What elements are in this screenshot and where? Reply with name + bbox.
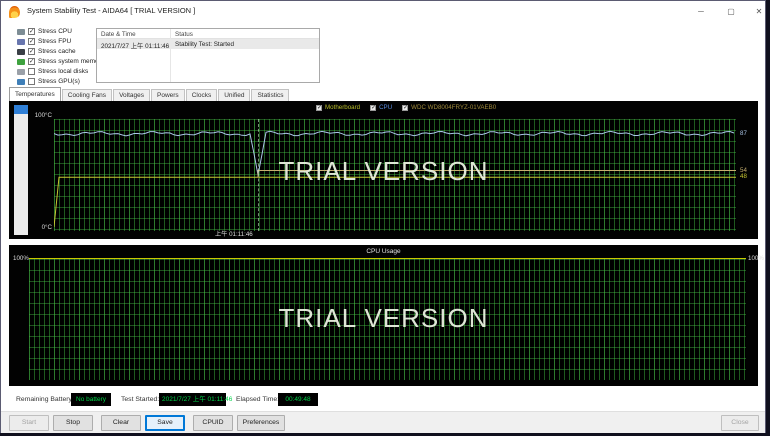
legend-motherboard[interactable]: ✓ Motherboard [316, 104, 360, 111]
disk-icon [17, 69, 25, 75]
tab-clocks[interactable]: Clocks [186, 89, 218, 101]
stress-gpu-label: Stress GPU(s) [38, 78, 80, 85]
log-status-cell: Stability Test: Started [175, 41, 234, 48]
cpu-temp-value: 87 [740, 130, 747, 137]
window-title: System Stability Test - AIDA64 [ TRIAL V… [27, 6, 195, 15]
cpu-usage-title: CPU Usage [9, 248, 758, 255]
clear-button[interactable]: Clear [101, 415, 141, 431]
stress-gpu-checkbox[interactable] [28, 78, 35, 85]
legend-motherboard-label: Motherboard [325, 104, 360, 111]
stress-fpu-checkbox[interactable]: ✓ [28, 38, 35, 45]
gpu-icon [17, 79, 25, 85]
legend-cpu-label: CPU [379, 104, 392, 111]
event-log-table[interactable]: Date & Time Status 2021/7/27 上午 01:11:46… [96, 28, 320, 83]
column-date-time: Date & Time [101, 31, 136, 38]
memory-icon [17, 59, 25, 65]
test-started-value: 2021/7/27 上午 01:11:46 [159, 393, 226, 406]
stress-option-cache[interactable]: ✓ Stress cache [17, 48, 104, 55]
cpu-usage-chart-panel: CPU Usage 100% 100% TRIAL VERSION [9, 245, 758, 386]
start-button[interactable]: Start [9, 415, 49, 431]
stress-cpu-checkbox[interactable]: ✓ [28, 28, 35, 35]
stress-option-memory[interactable]: ✓ Stress system memory [17, 58, 104, 65]
battery-value: No battery [71, 393, 111, 406]
stress-option-gpu[interactable]: Stress GPU(s) [17, 78, 104, 85]
log-table-header: Date & Time Status [97, 29, 319, 39]
legend-cpu[interactable]: ✓ CPU [370, 104, 392, 111]
column-status: Status [175, 31, 193, 38]
close-button[interactable]: Close [721, 415, 759, 431]
y-axis-max-label: 100°C [34, 112, 52, 119]
legend-wdc-disk-label: WDC WD8004FRYZ-01VAEB0 [411, 104, 496, 111]
column-divider [170, 29, 171, 82]
stop-button[interactable]: Stop [53, 415, 93, 431]
stress-fpu-label: Stress FPU [38, 38, 71, 45]
tab-cooling-fans[interactable]: Cooling Fans [62, 89, 112, 101]
cache-icon [17, 49, 25, 55]
trial-version-watermark: TRIAL VERSION [9, 156, 758, 187]
cpuid-button[interactable]: CPUID [193, 415, 233, 431]
cpu-axis-left-label: 100% [13, 255, 29, 262]
stress-memory-label: Stress system memory [38, 58, 104, 65]
stress-option-fpu[interactable]: ✓ Stress FPU [17, 38, 104, 45]
tab-unified[interactable]: Unified [218, 89, 250, 101]
log-datetime-cell: 2021/7/27 上午 01:11:46 [101, 41, 169, 50]
battery-label: Remaining Battery: [16, 396, 74, 403]
tab-voltages[interactable]: Voltages [113, 89, 150, 101]
aida64-flame-icon [9, 6, 20, 18]
stress-memory-checkbox[interactable]: ✓ [28, 58, 35, 65]
temperature-legend: ✓ Motherboard ✓ CPU ✓ WDC WD8004FRYZ-01V… [316, 104, 496, 111]
y-axis-min-label: 0°C [40, 224, 52, 231]
table-row[interactable]: 2021/7/27 上午 01:11:46 Stability Test: St… [97, 39, 319, 49]
stress-disks-checkbox[interactable] [28, 68, 35, 75]
cpu-icon [17, 29, 25, 35]
test-started-label: Test Started: [121, 396, 159, 403]
status-bar: Remaining Battery: No battery Test Start… [1, 389, 765, 411]
motherboard-checkbox[interactable]: ✓ [316, 105, 322, 111]
tab-statistics[interactable]: Statistics [251, 89, 289, 101]
slider-thumb[interactable] [14, 105, 28, 114]
stability-test-window: System Stability Test - AIDA64 [ TRIAL V… [0, 0, 766, 433]
legend-wdc-disk[interactable]: ✓ WDC WD8004FRYZ-01VAEB0 [402, 104, 496, 111]
desktop: System Stability Test - AIDA64 [ TRIAL V… [0, 0, 770, 436]
stress-option-disks[interactable]: Stress local disks [17, 68, 104, 75]
wdc-disk-checkbox[interactable]: ✓ [402, 105, 408, 111]
chart-tabs: Temperatures Cooling Fans Voltages Power… [9, 87, 290, 101]
stress-cache-checkbox[interactable]: ✓ [28, 48, 35, 55]
stress-cache-label: Stress cache [38, 48, 76, 55]
minimize-button[interactable]: ─ [689, 4, 713, 20]
stress-option-cpu[interactable]: ✓ Stress CPU [17, 28, 104, 35]
elapsed-time-value: 00:49:48 [278, 393, 318, 406]
footer-button-bar: Start Stop Clear Save CPUID Preferences … [1, 411, 765, 433]
stress-options-list: ✓ Stress CPU ✓ Stress FPU ✓ Stress cache… [17, 28, 104, 85]
fpu-icon [17, 39, 25, 45]
tab-powers[interactable]: Powers [151, 89, 185, 101]
close-window-button[interactable]: ✕ [747, 4, 770, 20]
save-button[interactable]: Save [145, 415, 185, 431]
temperature-chart-panel: ✓ Motherboard ✓ CPU ✓ WDC WD8004FRYZ-01V… [9, 101, 758, 239]
stress-cpu-label: Stress CPU [38, 28, 72, 35]
elapsed-time-label: Elapsed Time: [236, 396, 279, 403]
cpu-axis-right-label: 100% [748, 255, 764, 262]
preferences-button[interactable]: Preferences [237, 415, 285, 431]
title-bar[interactable]: System Stability Test - AIDA64 [ TRIAL V… [1, 1, 765, 23]
maximize-button[interactable]: ▢ [719, 4, 743, 20]
tab-temperatures[interactable]: Temperatures [9, 87, 61, 101]
trial-version-watermark: TRIAL VERSION [9, 303, 758, 334]
time-marker-label: 上午 01:11:46 [215, 229, 253, 238]
cpu-checkbox[interactable]: ✓ [370, 105, 376, 111]
stress-disks-label: Stress local disks [38, 68, 88, 75]
